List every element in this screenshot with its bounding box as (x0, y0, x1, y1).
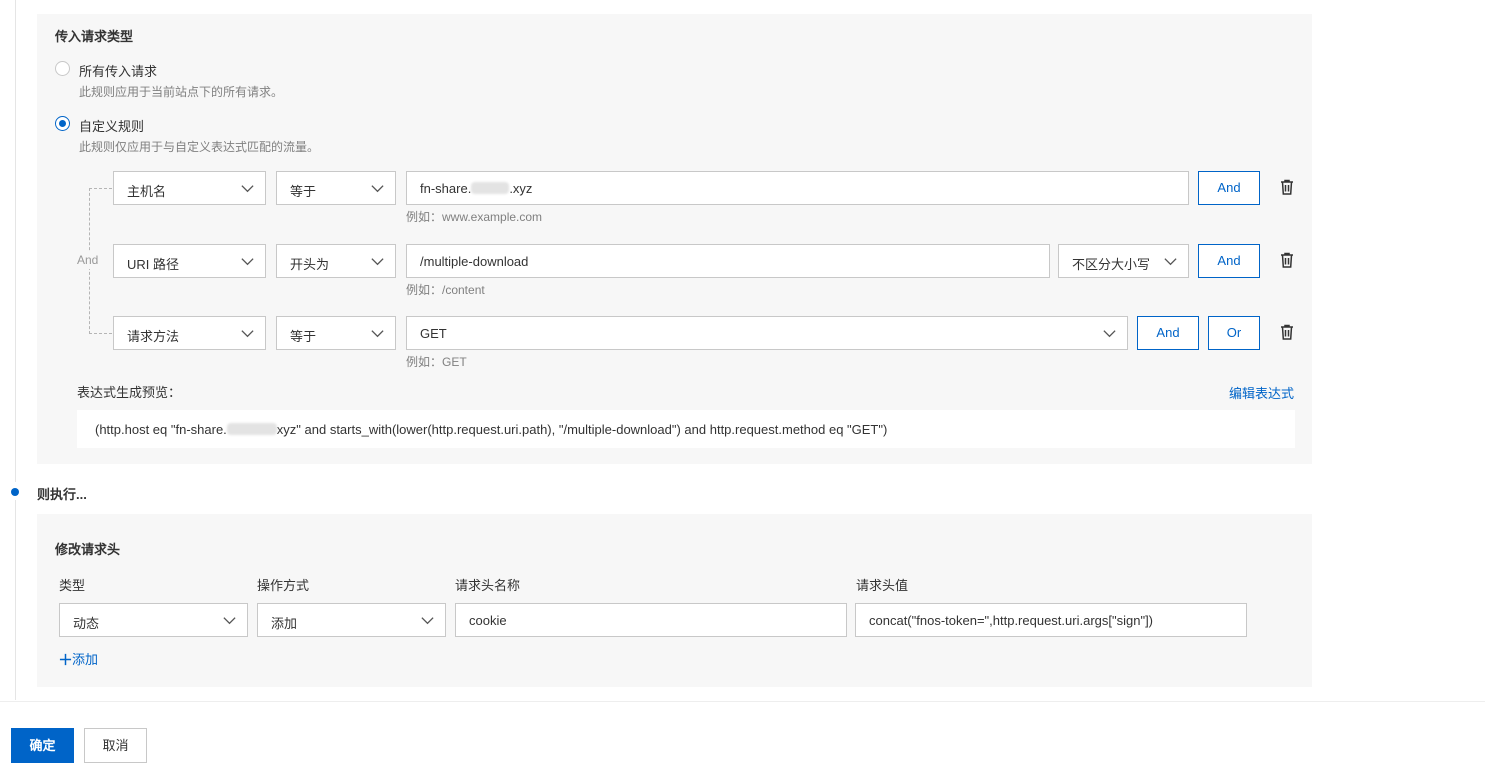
edit-expression-link[interactable]: 编辑表达式 (1229, 383, 1294, 402)
header-name-input[interactable]: cookie (455, 603, 847, 637)
chevron-down-icon (371, 330, 384, 338)
incoming-request-title: 传入请求类型 (55, 29, 134, 44)
radio-custom-rule[interactable] (55, 116, 70, 131)
chevron-down-icon (371, 185, 384, 193)
chevron-down-icon (1164, 258, 1177, 266)
header-value-text: concat("fnos-token=",http.request.uri.ar… (869, 613, 1154, 628)
then-label: 则执行... (37, 487, 87, 502)
rule1-and-button[interactable]: And (1198, 171, 1260, 205)
cancel-button[interactable]: 取消 (84, 728, 147, 763)
rule1-value-prefix: fn-share. (420, 181, 472, 196)
rule3-field-value: 请求方法 (127, 329, 180, 344)
rule2-value-input[interactable]: /multiple-download (406, 244, 1050, 278)
rule1-field-value: 主机名 (127, 184, 167, 199)
add-header-button[interactable]: 添加 (59, 649, 98, 668)
modify-header-panel (37, 514, 1312, 687)
confirm-button[interactable]: 确定 (11, 728, 74, 763)
group-operator-label: And (77, 251, 99, 269)
header-value-input[interactable]: concat("fnos-token=",http.request.uri.ar… (855, 603, 1247, 637)
modify-header-title: 修改请求头 (55, 542, 121, 557)
incoming-request-panel (37, 14, 1312, 464)
rule2-hint: 例如：/content (406, 283, 485, 297)
rule3-value-text: GET (420, 326, 447, 341)
preview-text-suffix: xyz" and starts_with(lower(http.request.… (276, 422, 888, 437)
rule2-case-select[interactable]: 不区分大小写 (1058, 244, 1189, 278)
timeline-line (15, 0, 16, 482)
chevron-down-icon (241, 185, 254, 193)
header-type-select[interactable]: 动态 (59, 603, 248, 637)
trash-icon[interactable] (1278, 323, 1296, 341)
rule2-operator-select[interactable]: 开头为 (276, 244, 396, 278)
rule1-operator-select[interactable]: 等于 (276, 171, 396, 205)
rule2-operator-value: 开头为 (290, 257, 330, 272)
header-type-value: 动态 (73, 616, 100, 631)
trash-icon[interactable] (1278, 178, 1296, 196)
rule3-operator-select[interactable]: 等于 (276, 316, 396, 350)
column-type-label: 类型 (59, 578, 86, 593)
chevron-down-icon (241, 330, 254, 338)
rule1-field-select[interactable]: 主机名 (113, 171, 266, 205)
rule3-or-button[interactable]: Or (1208, 316, 1260, 350)
radio-custom-rule-desc: 此规则仅应用于与自定义表达式匹配的流量。 (79, 140, 320, 154)
connector-tick-3 (89, 333, 112, 334)
expression-preview-label: 表达式生成预览： (77, 385, 182, 400)
chevron-down-icon (241, 258, 254, 266)
radio-all-requests-desc: 此规则应用于当前站点下的所有请求。 (79, 85, 284, 99)
rule2-field-value: URI 路径 (127, 257, 180, 272)
rule2-and-button[interactable]: And (1198, 244, 1260, 278)
column-action-label: 操作方式 (257, 578, 310, 593)
footer-separator (0, 701, 1485, 702)
rule3-operator-value: 等于 (290, 329, 317, 344)
trash-icon[interactable] (1278, 251, 1296, 269)
header-action-value: 添加 (271, 616, 298, 631)
rule1-hint: 例如：www.example.com (406, 210, 543, 224)
connector-tick-1 (89, 188, 112, 189)
chevron-down-icon (1103, 330, 1116, 338)
redacted-text (226, 423, 277, 435)
chevron-down-icon (371, 258, 384, 266)
plus-icon (59, 653, 72, 666)
column-name-label: 请求头名称 (455, 578, 521, 593)
rule3-field-select[interactable]: 请求方法 (113, 316, 266, 350)
rule1-operator-value: 等于 (290, 184, 317, 199)
timeline-line-lower (15, 500, 16, 700)
radio-all-requests-label[interactable]: 所有传入请求 (79, 61, 157, 80)
rule1-value-suffix: .xyz (509, 181, 533, 196)
rule3-value-select[interactable]: GET (406, 316, 1128, 350)
rule3-and-button[interactable]: And (1137, 316, 1199, 350)
step-dot (11, 488, 19, 496)
chevron-down-icon (421, 617, 434, 625)
radio-all-requests[interactable] (55, 61, 70, 76)
header-action-select[interactable]: 添加 (257, 603, 446, 637)
expression-preview-box: (http.host eq "fn-share. xyz" and starts_… (77, 410, 1295, 448)
rule2-case-value: 不区分大小写 (1072, 257, 1151, 272)
rule1-value-input[interactable]: fn-share. .xyz (406, 171, 1189, 205)
column-value-label: 请求头值 (856, 578, 909, 593)
redacted-text (471, 182, 510, 194)
header-name-value: cookie (469, 613, 507, 628)
radio-custom-rule-label[interactable]: 自定义规则 (79, 116, 144, 135)
chevron-down-icon (223, 617, 236, 625)
rule3-hint: 例如：GET (406, 355, 467, 369)
add-header-label: 添加 (72, 652, 99, 667)
rule2-value-text: /multiple-download (420, 254, 529, 269)
rule2-field-select[interactable]: URI 路径 (113, 244, 266, 278)
preview-text-prefix: (http.host eq "fn-share. (95, 422, 227, 437)
